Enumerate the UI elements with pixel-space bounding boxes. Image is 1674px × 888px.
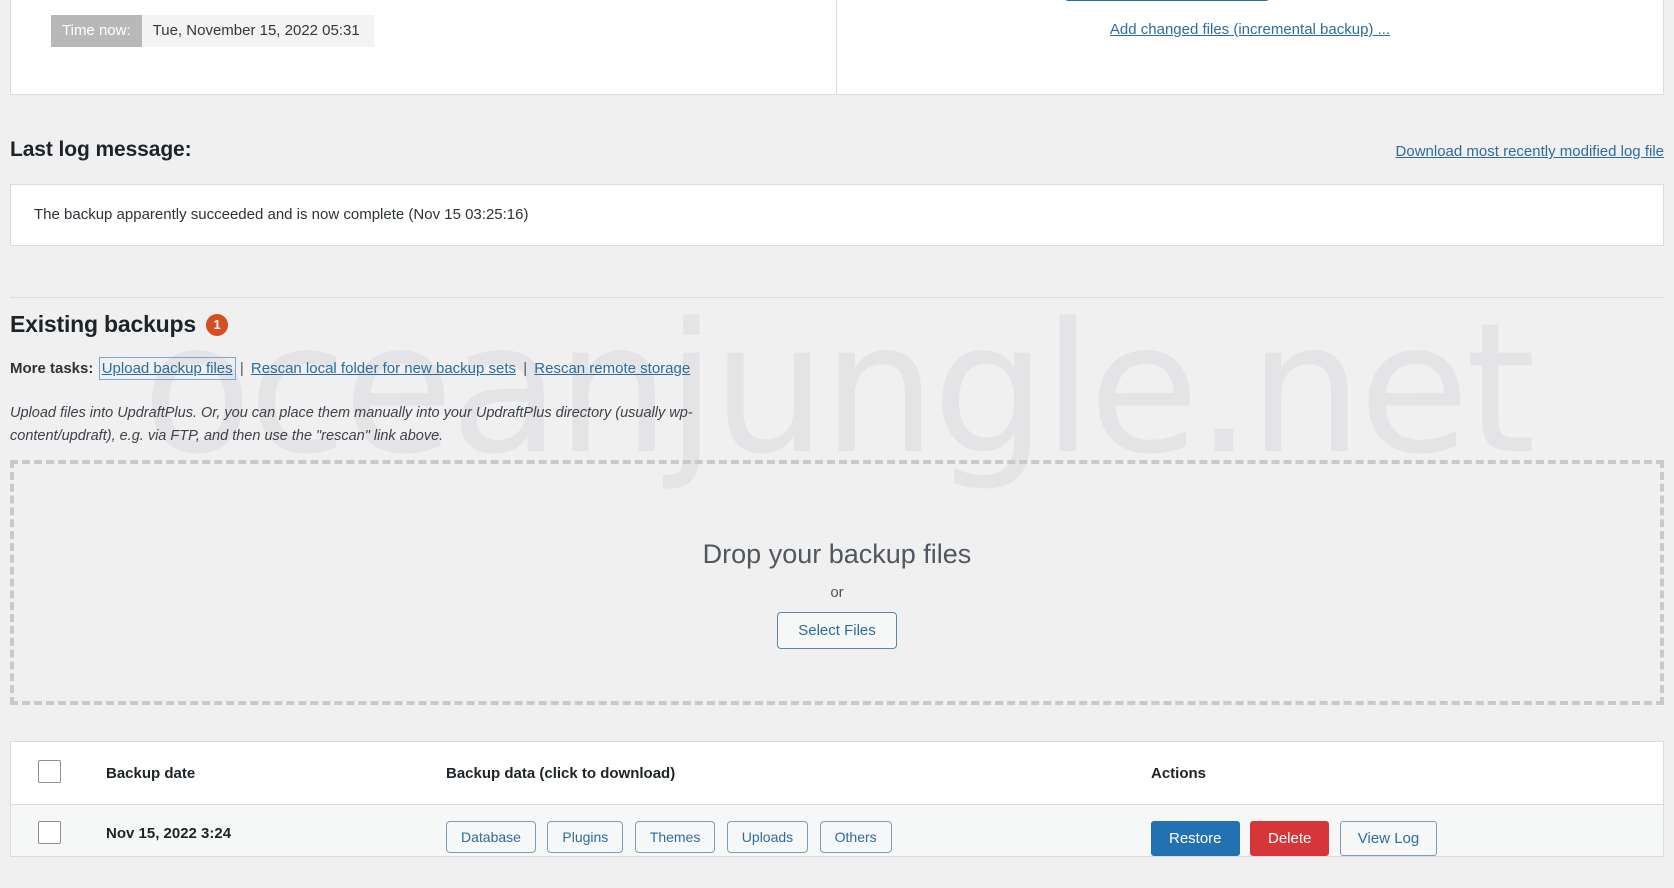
incremental-backup-link-wrap: Add changed files (incremental backup) .… xyxy=(837,21,1663,38)
upload-backup-files-link[interactable]: Upload backup files xyxy=(98,357,236,380)
select-all-checkbox[interactable] xyxy=(38,760,61,783)
more-tasks-row: More tasks: Upload backup files | Rescan… xyxy=(10,357,690,380)
backup-now-panel: Time now: Tue, November 15, 2022 05:31 A… xyxy=(10,0,1664,95)
existing-backups-table: Backup date Backup data (click to downlo… xyxy=(11,742,1663,856)
backup-now-button[interactable] xyxy=(1065,0,1269,1)
th-actions: Actions xyxy=(1151,742,1663,805)
row-data-cell: Database Plugins Themes Uploads Others xyxy=(446,804,1151,856)
backup-file-dropzone[interactable]: Drop your backup files or Select Files xyxy=(10,460,1664,705)
existing-backups-table-wrap: Backup date Backup data (click to downlo… xyxy=(10,741,1664,857)
rescan-local-folder-link[interactable]: Rescan local folder for new backup sets xyxy=(251,360,516,377)
panel-right-column: Add changed files (incremental backup) .… xyxy=(837,0,1663,94)
last-log-message-heading: Last log message: xyxy=(10,138,192,161)
upload-instructions-line2: content/updraft), e.g. via FTP, and then… xyxy=(10,428,444,444)
restore-button[interactable]: Restore xyxy=(1151,821,1240,856)
chip-plugins[interactable]: Plugins xyxy=(547,821,624,853)
select-files-button[interactable]: Select Files xyxy=(777,612,897,649)
table-body: Nov 15, 2022 3:24 Database Plugins Theme… xyxy=(11,804,1663,856)
th-select-all xyxy=(11,742,106,805)
row-checkbox[interactable] xyxy=(38,821,61,844)
row-date-cell: Nov 15, 2022 3:24 xyxy=(106,804,446,856)
existing-backups-title: Existing backups xyxy=(10,311,196,337)
last-log-message-box: The backup apparently succeeded and is n… xyxy=(10,184,1664,246)
download-log-file-link[interactable]: Download most recently modified log file xyxy=(1396,143,1664,160)
dropzone-title: Drop your backup files xyxy=(702,539,972,569)
tasks-separator-2: | xyxy=(523,360,528,377)
chip-others[interactable]: Others xyxy=(819,821,892,853)
backup-date-value: Nov 15, 2022 3:24 xyxy=(106,825,232,842)
view-log-button[interactable]: View Log xyxy=(1339,821,1438,856)
table-head: Backup date Backup data (click to downlo… xyxy=(11,742,1663,805)
time-now-label: Time now: xyxy=(51,15,142,47)
table-header-row: Backup date Backup data (click to downlo… xyxy=(11,742,1663,805)
panel-left-column: Time now: Tue, November 15, 2022 05:31 xyxy=(11,0,837,94)
dropzone-or-label: or xyxy=(830,584,844,601)
time-now-display: Time now: Tue, November 15, 2022 05:31 xyxy=(51,15,374,47)
chip-themes[interactable]: Themes xyxy=(634,821,716,853)
upload-instructions: Upload files into UpdraftPlus. Or, you c… xyxy=(10,402,722,448)
row-actions-cell: Restore Delete View Log xyxy=(1151,804,1663,856)
chip-database[interactable]: Database xyxy=(446,821,536,853)
add-changed-files-link[interactable]: Add changed files (incremental backup) .… xyxy=(1110,21,1390,38)
row-select-cell xyxy=(11,804,106,856)
last-log-message-text: The backup apparently succeeded and is n… xyxy=(34,206,529,223)
section-divider xyxy=(10,297,1664,298)
th-backup-date: Backup date xyxy=(106,742,446,805)
site-watermark: oceanjungle.net xyxy=(141,285,1536,494)
tasks-separator-1: | xyxy=(239,360,244,377)
download-log-link-wrap: Download most recently modified log file xyxy=(1396,143,1664,160)
time-now-value: Tue, November 15, 2022 05:31 xyxy=(141,15,374,47)
rescan-remote-storage-link[interactable]: Rescan remote storage xyxy=(534,360,690,377)
delete-button[interactable]: Delete xyxy=(1249,821,1330,856)
dropzone-button-wrap: Select Files xyxy=(14,612,1660,649)
chip-uploads[interactable]: Uploads xyxy=(726,821,809,853)
existing-backups-count-badge: 1 xyxy=(205,313,228,336)
existing-backups-heading: Existing backups 1 xyxy=(10,311,228,338)
upload-instructions-line1: Upload files into UpdraftPlus. Or, you c… xyxy=(10,405,693,421)
table-row: Nov 15, 2022 3:24 Database Plugins Theme… xyxy=(11,804,1663,856)
page-root: oceanjungle.net Time now: Tue, November … xyxy=(0,0,1674,888)
more-tasks-label: More tasks: xyxy=(10,360,94,377)
th-backup-data: Backup data (click to download) xyxy=(446,742,1151,805)
